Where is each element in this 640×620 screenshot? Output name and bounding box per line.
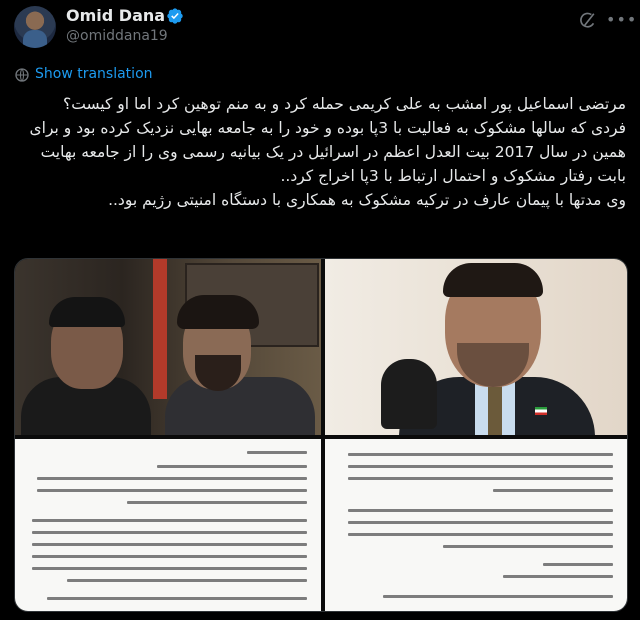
doc-line: [37, 489, 307, 492]
person-left-hair: [49, 297, 125, 327]
doc-line: [32, 519, 307, 522]
microphone: [381, 359, 437, 429]
doc-line: [67, 579, 307, 582]
doc-line: [493, 489, 613, 492]
doc-line: [32, 531, 307, 534]
man-hair: [443, 263, 543, 297]
more-icon[interactable]: •••: [606, 10, 636, 30]
background-red-pillar: [153, 259, 167, 399]
verified-badge-icon: [167, 8, 183, 24]
doc-line: [157, 465, 307, 468]
flag-pin: [535, 407, 547, 415]
doc-line: [443, 545, 613, 548]
doc-line: [543, 563, 613, 566]
doc-line: [32, 567, 307, 570]
photo-two-men[interactable]: [15, 259, 321, 435]
author-handle[interactable]: @omiddana19: [66, 28, 168, 44]
globe-icon: [15, 68, 29, 82]
person-right-hair: [177, 295, 259, 329]
tweet-paragraph: فردی که سالها مشکوک به فعالیت با 3پا بود…: [29, 119, 626, 185]
show-translation-label[interactable]: Show translation: [35, 66, 153, 82]
doc-line: [348, 453, 613, 456]
photo-man-with-microphone[interactable]: [325, 259, 627, 435]
document-page-left[interactable]: [15, 439, 321, 611]
author-name[interactable]: Omid Dana: [66, 6, 165, 25]
doc-line: [503, 575, 613, 578]
media-grid: [14, 258, 628, 612]
document-page-right[interactable]: [325, 439, 627, 611]
doc-line: [32, 543, 307, 546]
doc-line: [348, 477, 613, 480]
author-avatar[interactable]: [14, 6, 56, 48]
tweet-text: مرتضی اسماعیل پور امشب به علی کریمی حمله…: [14, 92, 626, 212]
doc-line: [37, 477, 307, 480]
person-right-body: [165, 377, 315, 435]
doc-line: [348, 533, 613, 536]
doc-line: [348, 521, 613, 524]
doc-line: [383, 595, 613, 598]
doc-line: [348, 509, 613, 512]
grok-icon[interactable]: [578, 10, 598, 30]
doc-line: [32, 555, 307, 558]
tie: [488, 383, 502, 435]
tweet-header: Omid Dana @omiddana19 •••: [14, 6, 636, 50]
doc-line: [127, 501, 307, 504]
doc-line: [47, 597, 307, 600]
tweet-paragraph: مرتضی اسماعیل پور امشب به علی کریمی حمله…: [63, 95, 626, 113]
doc-line: [348, 465, 613, 468]
doc-line: [247, 451, 307, 454]
tweet-paragraph: وی مدتها با پیمان عارف در ترکیه مشکوک به…: [108, 191, 626, 209]
